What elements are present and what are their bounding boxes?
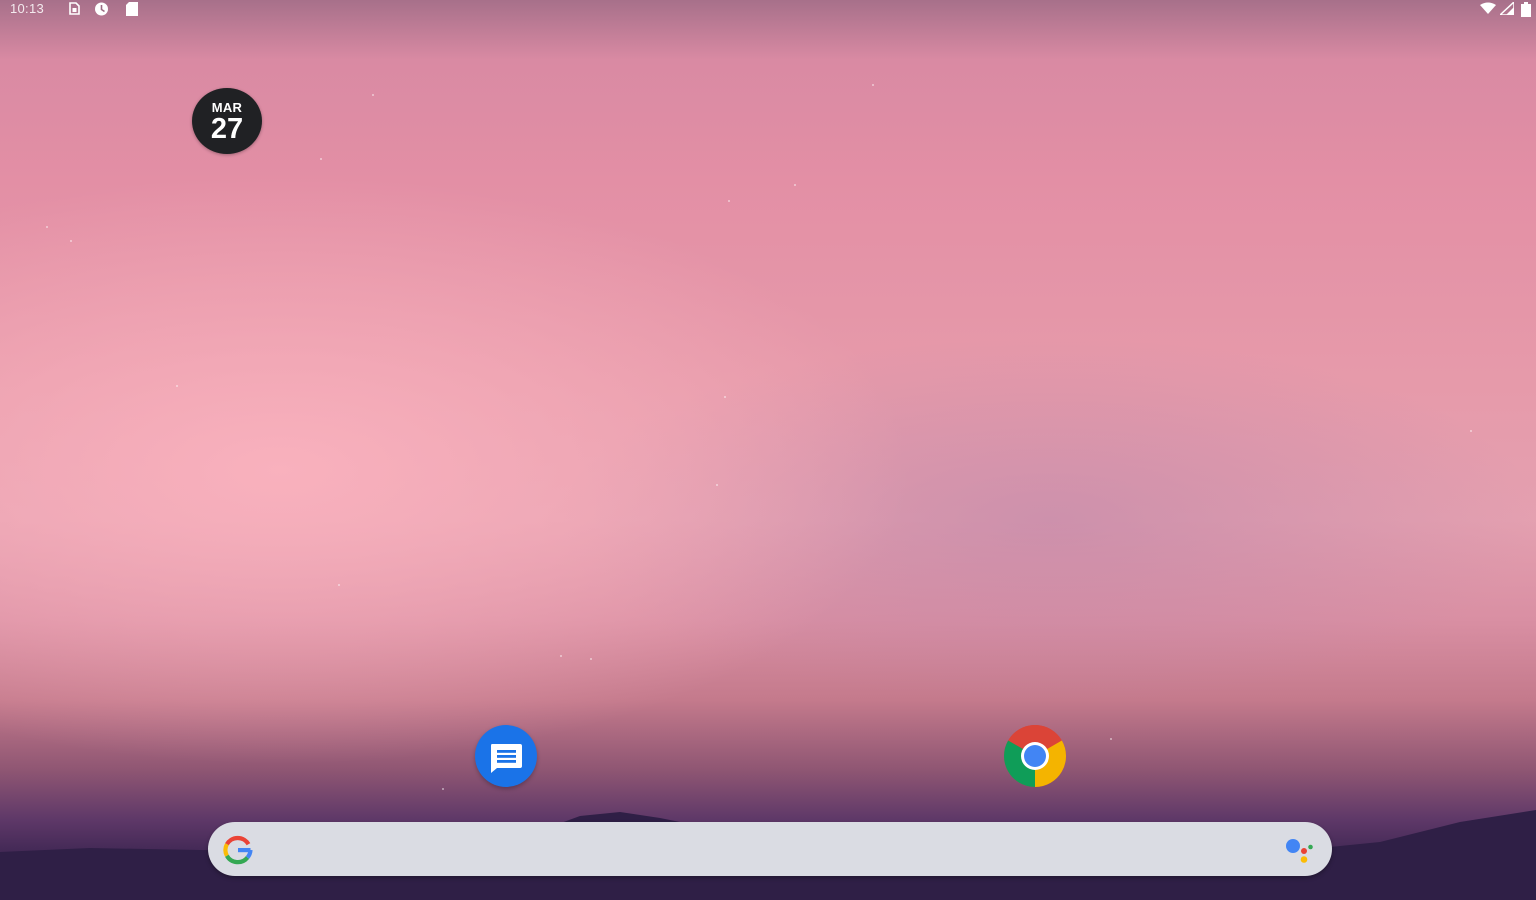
date-widget[interactable]: MAR 27 (192, 88, 262, 154)
status-time: 10:13 (10, 1, 45, 16)
google-g-icon[interactable] (221, 833, 255, 867)
status-bar: 10:13 (0, 0, 1536, 18)
google-search-bar[interactable] (208, 822, 1332, 876)
battery-icon (1521, 2, 1531, 17)
sync-icon (95, 2, 108, 16)
home-screen: 10:13 MAR 27 (0, 0, 1536, 900)
chrome-app-icon[interactable] (1003, 724, 1067, 787)
sim-card-icon (69, 2, 80, 15)
google-assistant-icon[interactable] (1284, 836, 1314, 864)
messages-app-icon[interactable] (475, 725, 537, 787)
message-bubble-icon (491, 744, 522, 773)
chrome-logo-icon (1003, 724, 1067, 787)
sd-card-icon (126, 2, 138, 16)
signal-icon (1500, 2, 1514, 15)
wifi-icon (1480, 2, 1496, 14)
date-day: 27 (210, 113, 244, 145)
